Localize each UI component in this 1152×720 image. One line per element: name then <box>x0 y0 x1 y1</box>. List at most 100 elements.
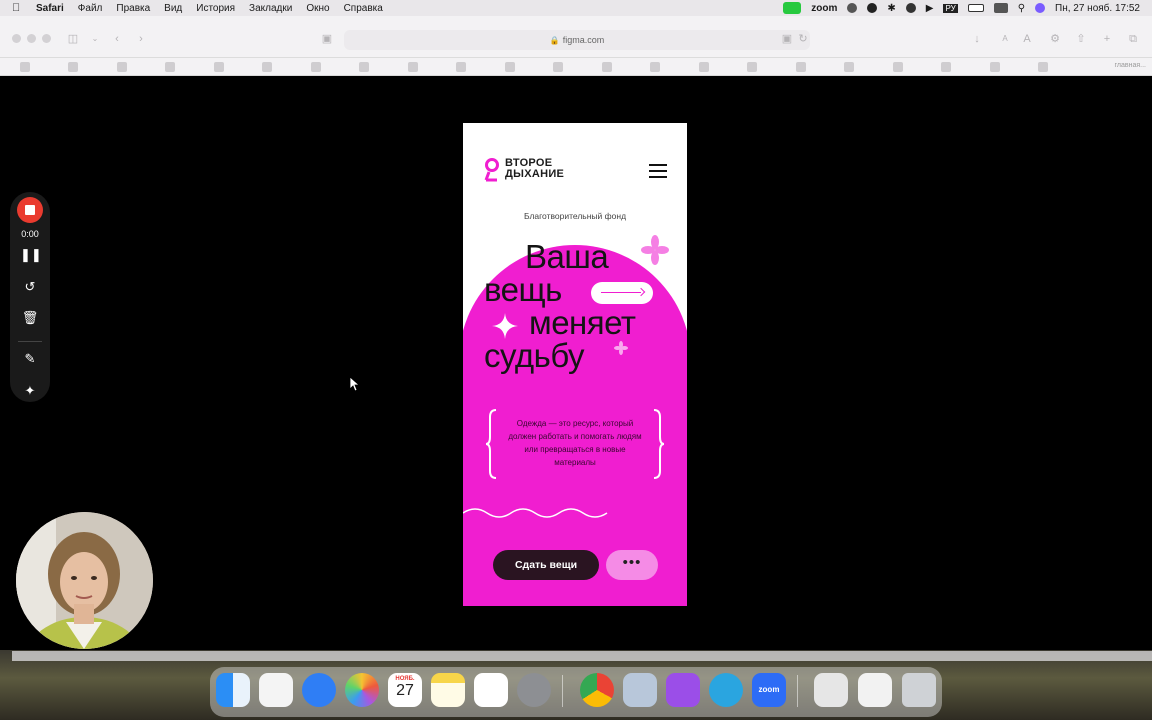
podcasts-icon[interactable] <box>666 673 700 707</box>
effects-icon[interactable]: ✦ <box>20 381 40 401</box>
zoom-app-icon[interactable]: zoom <box>752 673 786 707</box>
preview-icon[interactable] <box>623 673 657 707</box>
bookmark-icon[interactable] <box>262 62 272 72</box>
camera-icon[interactable] <box>783 2 802 14</box>
safari-icon[interactable] <box>302 673 336 707</box>
bookmark-icon[interactable] <box>796 62 806 72</box>
bookmark-icon[interactable] <box>408 62 418 72</box>
webcam-bubble[interactable] <box>16 512 153 649</box>
menu-hamburger-icon[interactable] <box>649 164 667 178</box>
dock: НОЯБ. 27 zoom <box>210 667 942 717</box>
bookmark-icon[interactable] <box>990 62 1000 72</box>
share-icon[interactable]: ⇧ <box>1074 33 1088 45</box>
menu-window[interactable]: Окно <box>306 3 329 14</box>
pause-icon[interactable]: ❚❚ <box>20 245 42 265</box>
lock-icon: 🔒 <box>549 35 560 45</box>
dock-separator <box>797 675 798 707</box>
mouse-cursor-icon <box>350 377 360 392</box>
description: Одежда — это ресурс, который должен рабо… <box>508 419 642 467</box>
notion-icon[interactable]: ▣ <box>320 33 334 45</box>
launchpad-icon[interactable] <box>259 673 293 707</box>
bookmark-icon[interactable] <box>359 62 369 72</box>
download-icon[interactable]: ↓ <box>970 33 984 45</box>
battery-icon[interactable] <box>967 4 984 12</box>
keyboard-layout[interactable]: РУ <box>943 3 958 13</box>
bookmark-icon[interactable] <box>311 62 321 72</box>
control-center-icon[interactable] <box>993 3 1008 13</box>
menu-edit[interactable]: Правка <box>116 3 150 14</box>
menu-help[interactable]: Справка <box>344 3 383 14</box>
notes-icon[interactable] <box>431 673 465 707</box>
freeform-icon[interactable] <box>474 673 508 707</box>
recent-document-icon[interactable] <box>858 673 892 707</box>
system-settings-icon[interactable] <box>517 673 551 707</box>
menu-bookmarks[interactable]: Закладки <box>249 3 292 14</box>
close-window-button[interactable] <box>12 34 21 43</box>
bookmark-icon[interactable] <box>68 62 78 72</box>
bookmark-icon[interactable] <box>844 62 854 72</box>
settings-icon[interactable]: ⚙ <box>1048 33 1062 45</box>
datetime[interactable]: Пн, 27 нояб. 17:52 <box>1055 3 1140 14</box>
presenter-avatar <box>16 512 153 649</box>
text-larger-icon[interactable]: A <box>1020 33 1034 45</box>
bookmark-icon[interactable] <box>747 62 757 72</box>
donate-items-button[interactable]: Сдать вещи <box>493 550 599 580</box>
gear-status-icon[interactable] <box>847 3 858 13</box>
back-icon[interactable]: ‹ <box>110 33 124 45</box>
send-status-icon[interactable] <box>905 3 916 13</box>
trash-icon[interactable]: 🗑 <box>20 308 40 328</box>
headline-line-3: меняет <box>529 304 636 341</box>
sidebar-icon[interactable]: ◫ <box>66 33 80 45</box>
photos-icon[interactable] <box>345 673 379 707</box>
reload-icon[interactable]: ↻ <box>796 33 810 45</box>
bookmark-icon[interactable] <box>165 62 175 72</box>
chrome-icon[interactable] <box>580 673 614 707</box>
menu-app-safari[interactable]: Safari <box>36 3 64 14</box>
apple-menu-icon[interactable]:  <box>12 2 24 14</box>
right-brace-icon <box>653 409 665 479</box>
bookmark-icon[interactable] <box>117 62 127 72</box>
bookmark-icon[interactable] <box>214 62 224 72</box>
menu-view[interactable]: Вид <box>164 3 182 14</box>
bookmark-icon[interactable] <box>20 62 30 72</box>
new-tab-icon[interactable]: + <box>1100 33 1114 45</box>
zoom-status[interactable]: zoom <box>811 3 837 14</box>
calendar-icon[interactable]: НОЯБ. 27 <box>388 673 422 707</box>
chevron-down-icon[interactable]: ⌄ <box>88 33 102 45</box>
bookmark-icon[interactable] <box>1038 62 1048 72</box>
bookmark-icon[interactable] <box>650 62 660 72</box>
trash-bin-icon[interactable] <box>902 673 936 707</box>
siri-icon[interactable] <box>1035 3 1046 13</box>
logo-text[interactable]: ВТОРОЕ ДЫХАНИЕ <box>505 158 564 180</box>
bluetooth-icon[interactable]: ✱ <box>887 3 895 14</box>
search-icon[interactable]: ⚲ <box>1018 3 1025 14</box>
address-bar[interactable]: 🔒 figma.com <box>344 30 810 50</box>
text-smaller-icon[interactable]: A <box>998 33 1012 45</box>
wave-divider <box>463 508 608 518</box>
bookmark-icon[interactable] <box>602 62 612 72</box>
bookmark-icon[interactable] <box>456 62 466 72</box>
logo-mark-icon <box>484 158 499 182</box>
more-options-button[interactable]: ••• <box>606 550 658 580</box>
bookmark-home[interactable]: главная... <box>1115 62 1146 69</box>
compass-status-icon[interactable] <box>867 3 878 13</box>
bookmark-icon[interactable] <box>941 62 951 72</box>
play-status-icon[interactable]: ▶ <box>926 3 934 14</box>
pen-icon[interactable]: ✎ <box>20 349 40 369</box>
bookmark-icon[interactable] <box>505 62 515 72</box>
stop-record-button[interactable] <box>17 197 43 223</box>
tab-overview-icon[interactable]: ⧉ <box>1126 33 1140 45</box>
recent-window-icon[interactable] <box>814 673 848 707</box>
forward-icon[interactable]: › <box>134 33 148 45</box>
finder-icon[interactable] <box>216 673 250 707</box>
bookmark-icon[interactable] <box>699 62 709 72</box>
menu-history[interactable]: История <box>196 3 235 14</box>
translate-icon[interactable]: ▣ <box>780 33 794 45</box>
bookmark-icon[interactable] <box>893 62 903 72</box>
bookmark-icon[interactable] <box>553 62 563 72</box>
minimize-window-button[interactable] <box>27 34 36 43</box>
telegram-icon[interactable] <box>709 673 743 707</box>
restart-icon[interactable]: ↺ <box>20 277 40 297</box>
zoom-window-button[interactable] <box>42 34 51 43</box>
menu-file[interactable]: Файл <box>78 3 103 14</box>
